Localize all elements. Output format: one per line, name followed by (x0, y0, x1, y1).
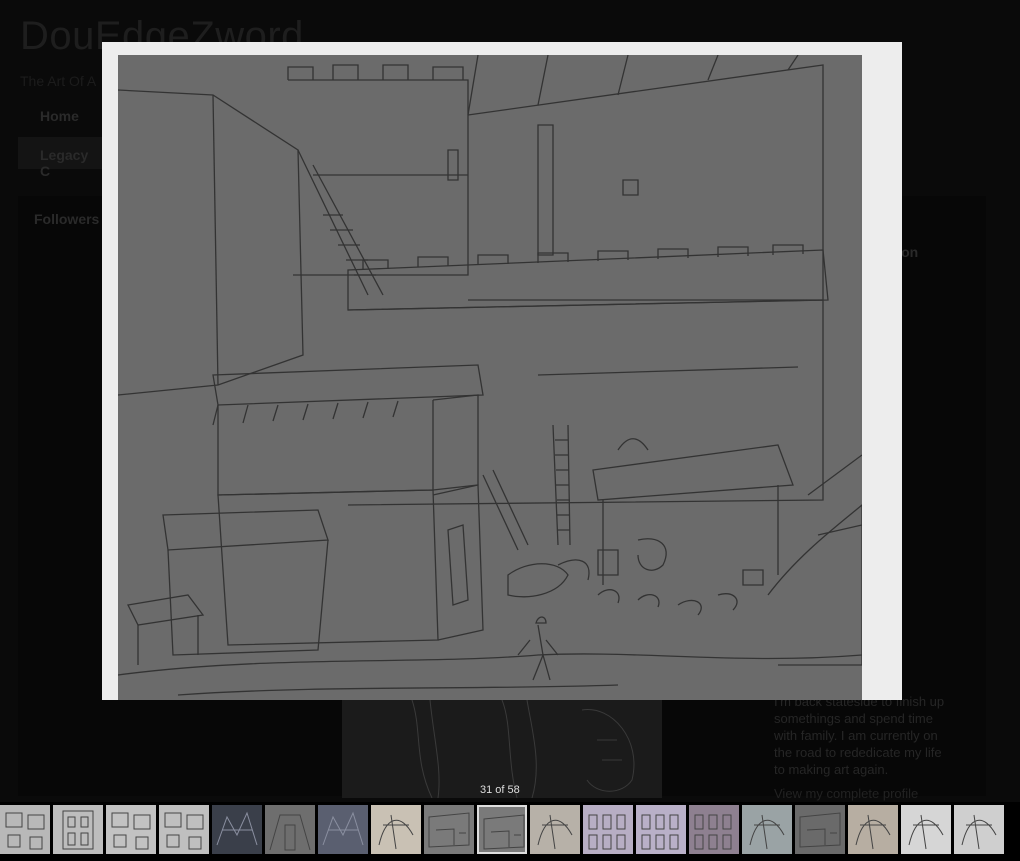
thumbnail-5[interactable] (212, 805, 262, 854)
thumbnail-2[interactable] (53, 805, 103, 854)
thumbnail-16[interactable] (795, 805, 845, 854)
followers-title: Followers (34, 211, 100, 227)
image-counter: 31 of 58 (480, 784, 520, 796)
thumbnail-12[interactable] (583, 805, 633, 854)
profile-link[interactable]: View my complete profile (774, 786, 918, 801)
thumbnail-strip (0, 802, 1020, 854)
thumbnail-13[interactable] (636, 805, 686, 854)
thumbnail-1[interactable] (0, 805, 50, 854)
tab-legacy[interactable]: Legacy C (18, 137, 102, 179)
lightbox-main-image[interactable] (118, 55, 862, 700)
thumbnail-11[interactable] (530, 805, 580, 854)
thumbnail-3[interactable] (106, 805, 156, 854)
thumbnail-4[interactable] (159, 805, 209, 854)
thumbnail-14[interactable] (689, 805, 739, 854)
thumbnail-15[interactable] (742, 805, 792, 854)
thumbnail-8[interactable] (371, 805, 421, 854)
thumbnail-6[interactable] (265, 805, 315, 854)
thumbnail-10[interactable] (477, 805, 527, 854)
blog-description: The Art Of A (20, 73, 97, 89)
thumbnail-18[interactable] (901, 805, 951, 854)
thumbnail-7[interactable] (318, 805, 368, 854)
thumbnail-19[interactable] (954, 805, 1004, 854)
thumbnail-9[interactable] (424, 805, 474, 854)
tab-home[interactable]: Home (40, 108, 79, 124)
thumbnail-17[interactable] (848, 805, 898, 854)
